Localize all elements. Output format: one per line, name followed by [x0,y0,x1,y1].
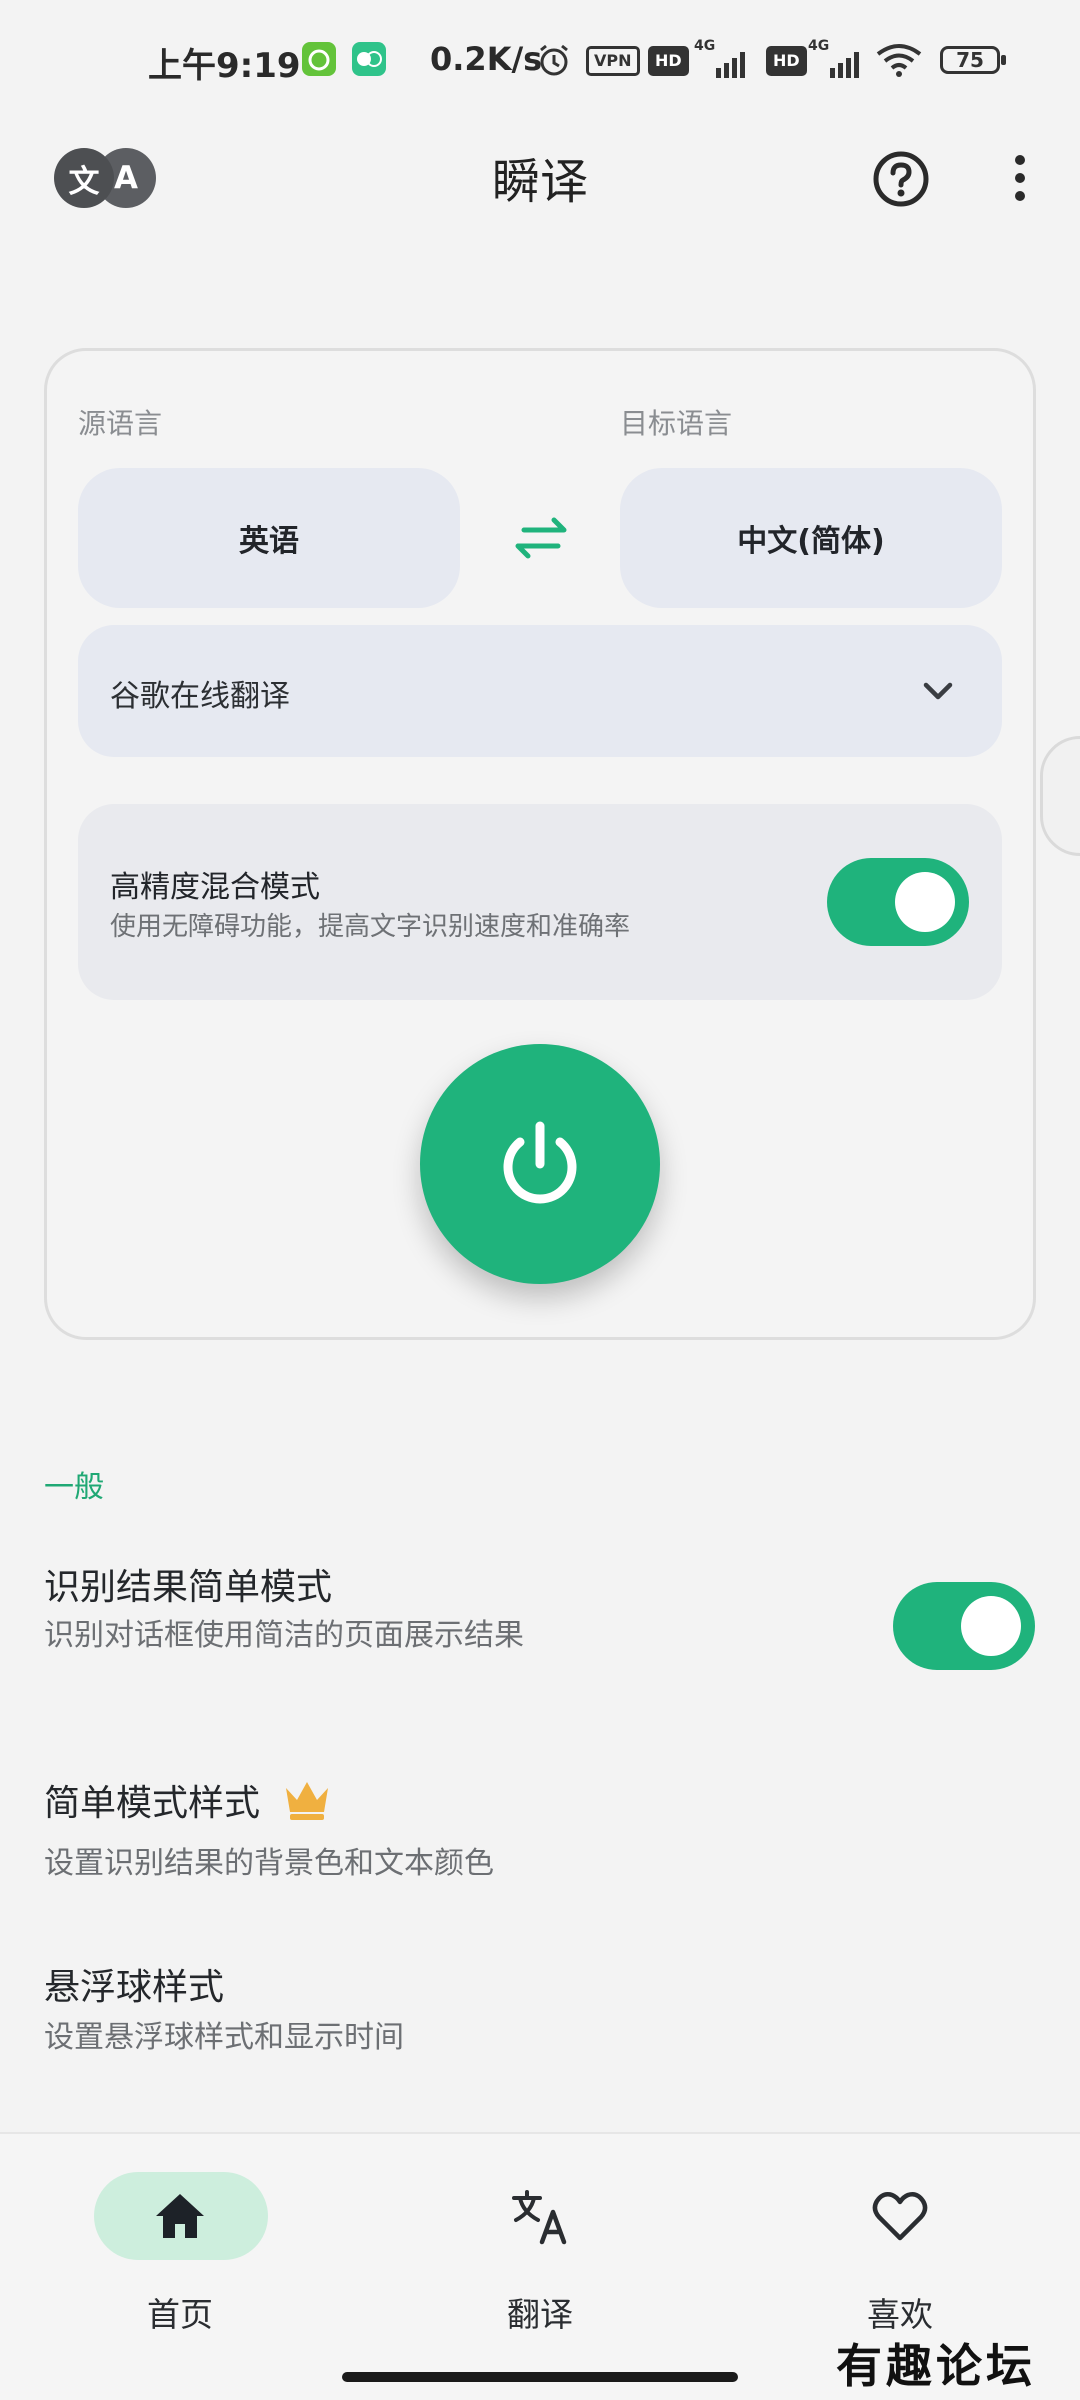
alarm-icon [536,42,572,76]
wifi-icon [874,42,924,77]
nav-translate[interactable]: 翻译 [360,2170,720,2370]
target-language-label: 目标语言 [620,407,733,440]
signal-icon [694,50,756,84]
nav-home-label: 首页 [147,2295,213,2334]
nav-home[interactable]: 首页 [0,2170,360,2370]
setting-floating-ball-style-description: 设置悬浮球样式和显示时间 [44,2020,404,2055]
app-badge-translate-icon [352,42,386,76]
nav-favorites-label: 喜欢 [867,2295,933,2334]
setting-simple-mode-title: 识别结果简单模式 [44,1567,333,1608]
hd-badge-1: HD [648,46,689,76]
signal-icon-2 [808,50,870,84]
power-button[interactable] [420,1044,660,1284]
battery-icon: 75 [940,46,1000,74]
translate-icon [510,2186,570,2246]
hd-badge-2: HD [766,46,807,76]
target-language-button[interactable]: 中文(简体) [620,468,1002,608]
toggle-knob [895,872,955,932]
gesture-bar[interactable] [342,2372,738,2382]
setting-simple-mode-style-title: 简单模式样式 [44,1783,261,1824]
power-icon [503,1121,577,1204]
source-language-label: 源语言 [78,407,163,440]
chevron-down-icon [918,673,958,709]
high-precision-toggle[interactable] [827,858,969,946]
battery-cap [1001,55,1006,65]
setting-simple-mode-description: 识别对话框使用简洁的页面展示结果 [44,1618,524,1653]
setting-simple-mode-style-description: 设置识别结果的背景色和文本颜色 [44,1846,494,1881]
target-language-value: 中文(简体) [737,524,885,559]
floating-ball-handle[interactable] [1040,736,1080,856]
setting-floating-ball-style-title: 悬浮球样式 [44,1967,225,2008]
watermark: 有趣论坛 [836,2339,1036,2393]
translation-engine-value: 谷歌在线翻译 [110,679,290,714]
source-language-button[interactable]: 英语 [78,468,460,608]
setting-floating-ball-style[interactable]: 悬浮球样式 设置悬浮球样式和显示时间 [0,1954,1080,2084]
status-time: 上午9:19 [148,46,301,86]
swap-languages-icon[interactable] [510,514,572,562]
high-precision-row: 高精度混合模式 使用无障碍功能，提高文字识别速度和准确率 [78,804,1002,1000]
status-bar: 上午9:19 0.2K/s VPN HD 4G HD 4G 75 [0,0,1080,120]
heart-icon [870,2186,930,2246]
setting-simple-mode-style[interactable]: 简单模式样式 设置识别结果的背景色和文本颜色 [0,1762,1080,1892]
network-speed: 0.2K/s [430,40,543,78]
more-vert-icon[interactable] [1000,152,1040,208]
high-precision-description: 使用无障碍功能，提高文字识别速度和准确率 [110,912,631,942]
source-language-value: 英语 [239,524,299,559]
vpn-badge: VPN [586,46,640,76]
app-badge-green-icon [302,42,336,76]
simple-mode-toggle[interactable] [893,1582,1035,1670]
setting-simple-mode[interactable]: 识别结果简单模式 识别对话框使用简洁的页面展示结果 [0,1548,1080,1678]
home-icon [150,2186,210,2246]
nav-translate-label: 翻译 [507,2295,573,2334]
translation-engine-select[interactable]: 谷歌在线翻译 [78,625,1002,757]
help-icon[interactable] [872,150,930,208]
high-precision-title: 高精度混合模式 [110,870,320,905]
section-general-header: 一般 [44,1470,104,1505]
toggle-knob [961,1596,1021,1656]
crown-icon [282,1778,332,1822]
